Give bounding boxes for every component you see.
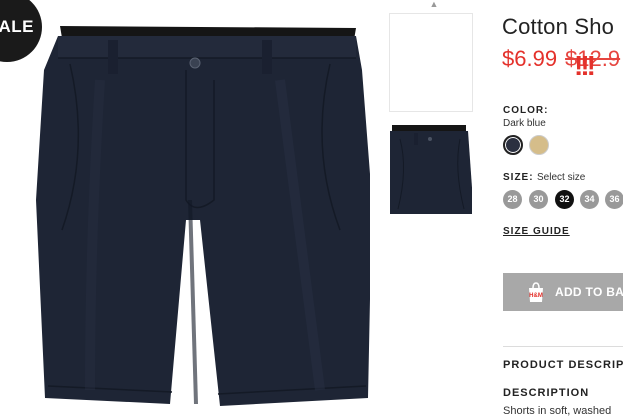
shopping-bag-icon: H&M (529, 282, 543, 302)
size-option-36[interactable]: 36 (605, 190, 623, 209)
thumbnail-shorts-image (390, 125, 472, 214)
color-swatch-dark-blue[interactable] (503, 135, 523, 155)
thumbnail-scroll-up-icon[interactable]: ▲ (428, 0, 440, 9)
color-label: COLOR: (503, 105, 549, 116)
add-to-bag-button[interactable]: H&M ADD TO BAG (503, 273, 623, 311)
size-option-30[interactable]: 30 (529, 190, 548, 209)
thumbnail-2[interactable] (389, 118, 473, 215)
description-text: Shorts in soft, washed (503, 405, 612, 417)
product-title: Cotton Sho (502, 14, 615, 39)
price-row: $6.99 $12.9 (502, 46, 620, 72)
description-label: DESCRIPTION (503, 387, 590, 399)
bag-logo-text: H&M (529, 293, 543, 299)
size-guide-link[interactable]: SIZE GUIDE (503, 226, 570, 237)
sale-badge-text: ALE (0, 17, 34, 36)
color-value: Dark blue (503, 118, 546, 129)
size-label: SIZE: (503, 172, 534, 183)
section-divider (503, 346, 623, 347)
size-hint: Select size (537, 172, 586, 183)
thumbnail-1[interactable] (389, 13, 473, 112)
sale-price: $6.99 (502, 46, 558, 71)
size-option-28[interactable]: 28 (503, 190, 522, 209)
color-swatch-beige[interactable] (529, 135, 549, 155)
add-to-bag-label: ADD TO BAG (555, 285, 623, 299)
product-description-header[interactable]: PRODUCT DESCRIPT (503, 359, 623, 371)
shorts-photo (36, 26, 370, 406)
size-option-34[interactable]: 34 (580, 190, 599, 209)
exclamation-marks: !!! (574, 50, 596, 81)
size-option-32[interactable]: 32 (555, 190, 574, 209)
main-product-image[interactable]: ALE (0, 0, 370, 419)
